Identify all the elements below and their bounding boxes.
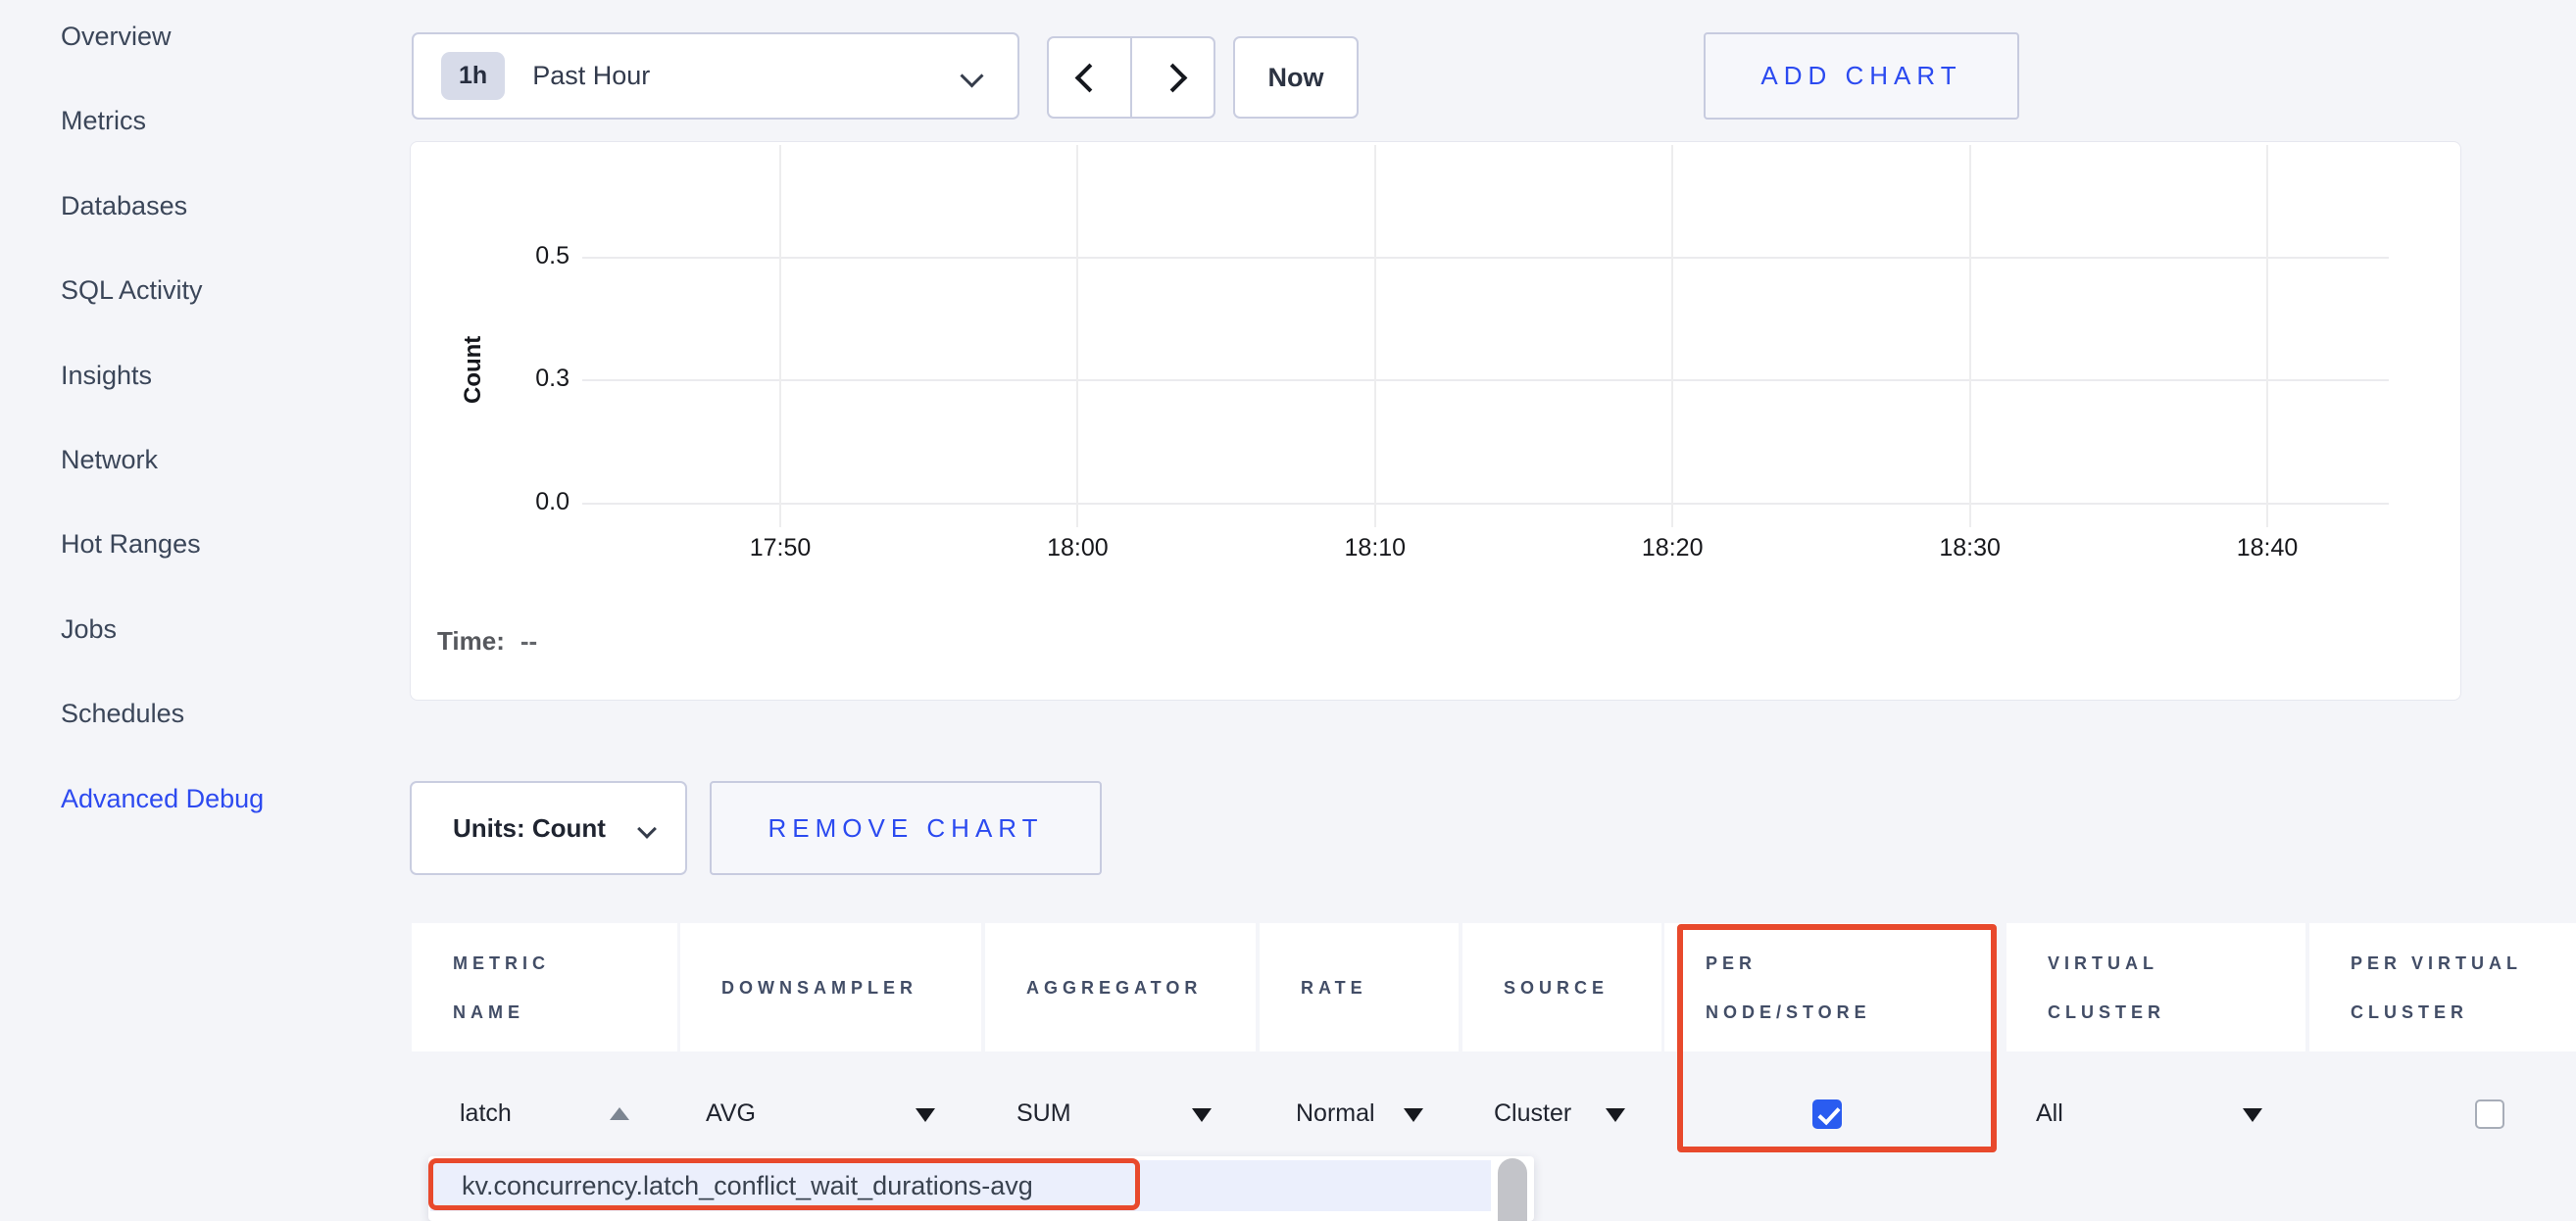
gridline-v [1374, 145, 1376, 527]
sidebar-item-network[interactable]: Network [61, 445, 158, 475]
time-range-label: Past Hour [532, 61, 650, 91]
sidebar-item-overview[interactable]: Overview [61, 22, 172, 52]
column-header-per-virtual-cluster: PER VIRTUAL CLUSTER [2309, 923, 2576, 1051]
gridline-v [779, 145, 781, 527]
gridline-h [582, 503, 2389, 505]
sidebar-item-hot-ranges[interactable]: Hot Ranges [61, 529, 201, 560]
caret-down-icon[interactable] [916, 1108, 935, 1122]
gridline-h [582, 379, 2389, 381]
column-header-per-node-store: PER NODE/STORE [1664, 923, 1995, 1051]
rate-select[interactable]: Normal [1296, 1099, 1375, 1128]
chart-panel: Count 0.50.30.017:5018:0018:1018:2018:30… [410, 141, 2461, 701]
sidebar-item-databases[interactable]: Databases [61, 191, 187, 221]
sidebar-item-jobs[interactable]: Jobs [61, 614, 117, 645]
add-chart-button[interactable]: ADD CHART [1704, 32, 2019, 120]
metric-suggestion-item[interactable]: kv.concurrency.latch_conflict_wait_durat… [430, 1160, 1491, 1211]
dropdown-scrollbar[interactable] [1498, 1158, 1527, 1221]
chevron-down-icon [637, 819, 657, 839]
time-range-selector[interactable]: 1h Past Hour [412, 32, 1019, 120]
per-virtual-cluster-checkbox[interactable] [2475, 1099, 2504, 1129]
prev-range-button[interactable] [1047, 36, 1131, 119]
x-axis-tick: 18:30 [1939, 534, 2001, 562]
aggregator-select[interactable]: SUM [1016, 1099, 1071, 1128]
caret-down-icon[interactable] [1404, 1108, 1423, 1122]
gridline-h [582, 257, 2389, 259]
x-axis-tick: 18:10 [1345, 534, 1407, 562]
column-header-rate: RATE [1260, 923, 1459, 1051]
per-node-store-checkbox[interactable] [1812, 1099, 1842, 1129]
gridline-v [1671, 145, 1673, 527]
gridline-v [1969, 145, 1971, 527]
column-header-aggregator: AGGREGATOR [985, 923, 1256, 1051]
downsampler-select[interactable]: AVG [706, 1099, 756, 1128]
chevron-left-icon [1075, 63, 1105, 92]
units-selector-label: Units: Count [453, 813, 606, 844]
y-axis-tick: 0.5 [471, 242, 570, 270]
source-select[interactable]: Cluster [1494, 1099, 1571, 1128]
time-readout-label: Time: [437, 626, 505, 656]
sidebar-item-sql-activity[interactable]: SQL Activity [61, 275, 203, 306]
column-header-virtual-cluster: VIRTUAL CLUSTER [2006, 923, 2305, 1051]
column-header-metric-name: METRIC NAME [412, 923, 677, 1051]
caret-down-icon[interactable] [2243, 1108, 2262, 1122]
plot-area: 0.5 0.3 0.0 17:50 18:00 18:10 18:20 18:30 18:40 [411, 142, 2460, 700]
metric-suggestion-dropdown: kv.concurrency.latch_conflict_wait_durat… [428, 1156, 1534, 1221]
sidebar-item-metrics[interactable]: Metrics [61, 106, 146, 136]
x-axis-tick: 18:40 [2237, 534, 2299, 562]
caret-down-icon[interactable] [1192, 1108, 1212, 1122]
y-axis-tick: 0.0 [471, 488, 570, 516]
remove-chart-button[interactable]: REMOVE CHART [710, 781, 1102, 875]
y-axis-tick: 0.3 [471, 365, 570, 393]
caret-down-icon[interactable] [1606, 1108, 1625, 1122]
units-selector[interactable]: Units: Count [410, 781, 687, 875]
caret-up-icon[interactable] [610, 1107, 629, 1120]
time-readout: Time: -- [437, 626, 537, 657]
next-range-button[interactable] [1131, 36, 1215, 119]
column-header-source: SOURCE [1462, 923, 1661, 1051]
x-axis-tick: 17:50 [750, 534, 812, 562]
sidebar-item-advanced-debug[interactable]: Advanced Debug [61, 784, 264, 814]
time-readout-value: -- [520, 626, 537, 656]
virtual-cluster-select[interactable]: All [2036, 1099, 2063, 1128]
x-axis-tick: 18:20 [1642, 534, 1704, 562]
x-axis-tick: 18:00 [1047, 534, 1109, 562]
chevron-down-icon [960, 64, 983, 87]
now-button[interactable]: Now [1233, 36, 1359, 119]
sidebar-item-insights[interactable]: Insights [61, 361, 152, 391]
gridline-v [1076, 145, 1078, 527]
gridline-v [2266, 145, 2268, 527]
metric-name-input[interactable]: latch [460, 1099, 512, 1128]
column-header-downsampler: DOWNSAMPLER [680, 923, 981, 1051]
time-nav-group [1047, 36, 1215, 119]
sidebar-item-schedules[interactable]: Schedules [61, 699, 184, 729]
chevron-right-icon [1159, 63, 1188, 92]
time-range-badge: 1h [441, 52, 505, 100]
